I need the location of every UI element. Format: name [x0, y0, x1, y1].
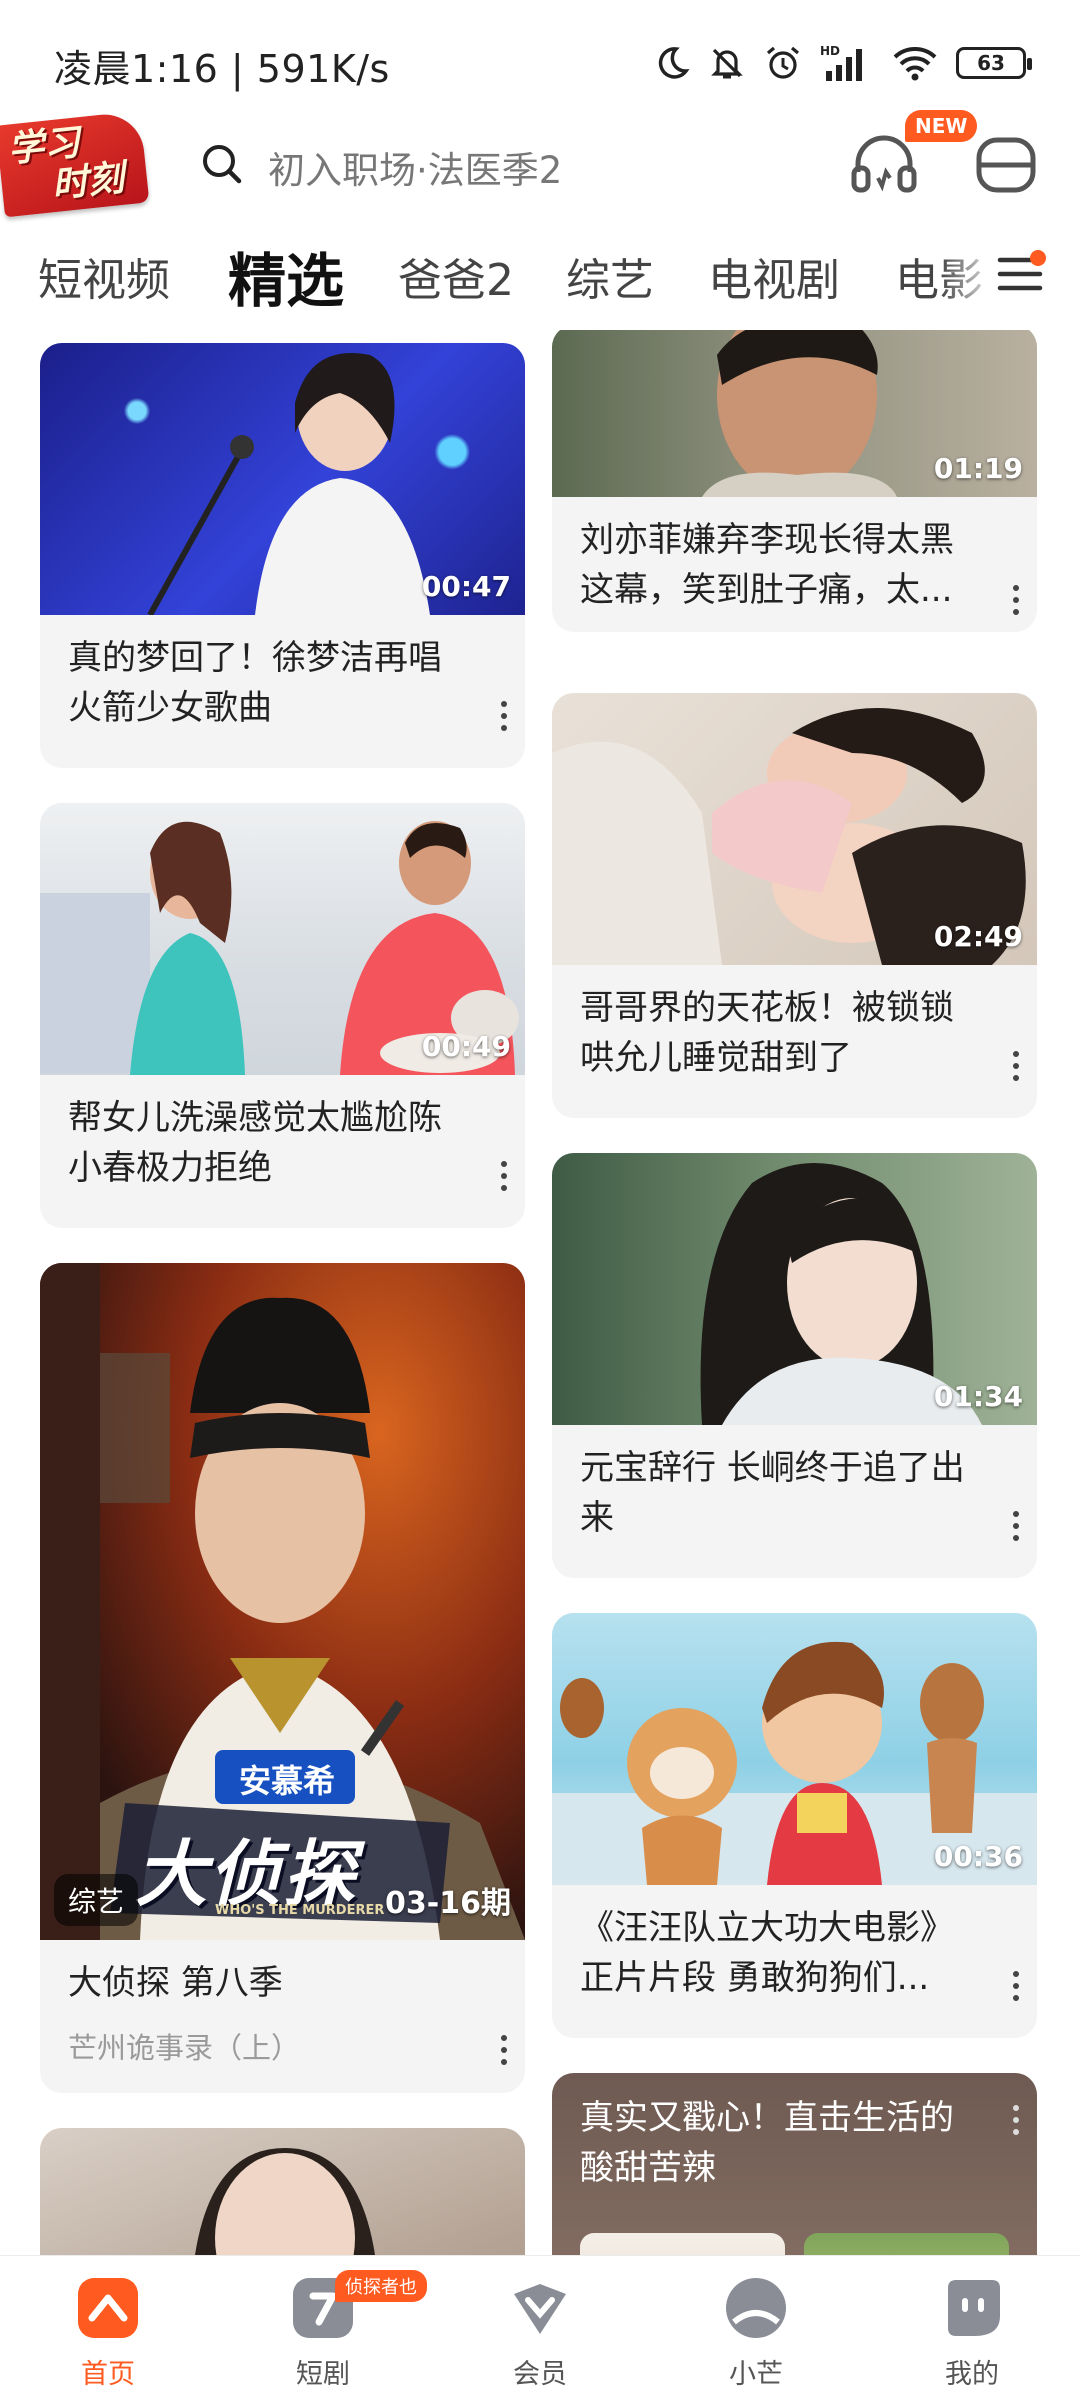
status-icons: HD 63	[654, 38, 1032, 88]
video-title: 帮女儿洗澡感觉太尴尬陈小春极力拒绝	[68, 1098, 442, 1188]
moon-icon	[658, 47, 690, 79]
notification-dot	[1030, 250, 1046, 266]
video-feed: 00:47 真的梦回了！徐梦洁再唱火箭少女歌曲 00:49 帮女儿洗澡感觉太尴尬…	[0, 330, 1080, 2255]
collection-thumb	[804, 2233, 1009, 2255]
top-header: 学习 时刻 初入职场·法医季2 NEW	[0, 110, 1080, 220]
battery-icon: 63	[956, 47, 1032, 79]
video-thumbnail: 00:36	[552, 1613, 1037, 1885]
video-thumbnail: 00:49	[40, 803, 525, 1075]
tab-tv-series[interactable]: 电视剧	[708, 244, 840, 308]
nav-badge: 侦探者也	[335, 2270, 427, 2302]
search-input[interactable]: 初入职场·法医季2	[268, 140, 562, 194]
video-duration: 00:49	[421, 1030, 511, 1063]
more-options-icon[interactable]	[499, 701, 509, 731]
video-duration: 00:36	[933, 1840, 1023, 1873]
show-title: 大侦探 第八季	[68, 1963, 283, 2003]
nav-short-drama[interactable]: 短剧 侦探者也	[253, 2270, 427, 2391]
category-tabs: 短视频 精选 爸爸2 综艺 电视剧 电影	[0, 230, 1080, 320]
nav-profile-label: 我的	[945, 2359, 999, 2390]
more-options-icon[interactable]	[1011, 1051, 1021, 1081]
show-poster: 安慕希 大侦探 WHO'S THE MURDERER 综艺 03-16期	[40, 1263, 525, 1940]
bottom-navigation: 首页 短剧 侦探者也 会员 小芒 我的	[0, 2255, 1080, 2400]
collection-title: 真实又戳心！直击生活的酸甜苦辣	[580, 2098, 954, 2188]
app-logo[interactable]: 学习 时刻	[0, 110, 150, 218]
more-options-icon[interactable]	[499, 1161, 509, 1191]
more-options-icon[interactable]	[1011, 1511, 1021, 1541]
xiaomang-icon	[726, 2278, 786, 2338]
video-title: 元宝辞行 长峒终于追了出来	[580, 1448, 965, 1538]
wifi-icon	[893, 47, 937, 81]
more-options-icon[interactable]	[499, 2035, 509, 2065]
video-duration: 01:19	[933, 452, 1023, 485]
video-card[interactable]	[40, 2128, 525, 2255]
status-time: 凌晨1:16 | 591K/s	[54, 47, 390, 91]
episode-subtitle: 芒州诡事录（上）	[68, 2031, 301, 2065]
video-duration: 02:49	[933, 920, 1023, 953]
poster-brand: 安慕希	[238, 1762, 335, 1800]
video-card[interactable]: 00:49 帮女儿洗澡感觉太尴尬陈小春极力拒绝	[40, 803, 525, 1228]
episode-label: 03-16期	[385, 1886, 511, 1921]
svg-text:HD: HD	[820, 44, 840, 58]
tab-variety[interactable]: 综艺	[566, 244, 654, 308]
video-card[interactable]: 00:36 《汪汪队立大功大电影》正片片段 勇敢狗狗们...	[552, 1613, 1037, 2038]
video-card[interactable]: 01:34 元宝辞行 长峒终于追了出来	[552, 1153, 1037, 1578]
tabs-more-button[interactable]	[990, 242, 1050, 302]
nav-xiaomang-label: 小芒	[729, 2359, 783, 2390]
alarm-icon	[766, 46, 800, 79]
nav-home-label: 首页	[81, 2359, 135, 2390]
hd-signal-icon: HD	[820, 44, 862, 81]
mute-bell-icon	[711, 48, 743, 79]
video-thumbnail: 01:34	[552, 1153, 1037, 1425]
nav-vip[interactable]: 会员	[470, 2276, 610, 2391]
battery-level: 63	[977, 51, 1005, 75]
new-badge: NEW	[905, 110, 978, 142]
home-icon	[78, 2278, 138, 2338]
tab-dad2[interactable]: 爸爸2	[398, 244, 514, 308]
video-thumbnail: 00:47	[40, 343, 525, 615]
tab-short-video[interactable]: 短视频	[38, 244, 170, 308]
video-thumbnail: 02:49	[552, 693, 1037, 965]
category-tag: 综艺	[54, 1874, 139, 1926]
status-bar: 凌晨1:16 | 591K/s HD 63	[0, 0, 1080, 120]
nav-xiaomang[interactable]: 小芒	[686, 2276, 826, 2391]
video-thumbnail	[40, 2128, 525, 2255]
poster-subtitle: WHO'S THE MURDERER	[215, 1903, 385, 1918]
nav-home[interactable]: 首页	[38, 2276, 178, 2391]
video-title: 《汪汪队立大功大电影》正片片段 勇敢狗狗们...	[580, 1908, 954, 1998]
more-options-icon[interactable]	[1011, 585, 1021, 615]
video-card[interactable]: 00:47 真的梦回了！徐梦洁再唱火箭少女歌曲	[40, 343, 525, 768]
video-thumbnail: 01:19	[552, 330, 1037, 497]
video-title: 哥哥界的天花板！被锁锁哄允儿睡觉甜到了	[580, 988, 954, 1078]
video-card[interactable]: 01:19 刘亦菲嫌弃李现长得太黑这幕，笑到肚子痛，太...	[552, 330, 1037, 632]
profile-icon	[948, 2280, 1000, 2336]
nav-short-drama-label: 短剧	[296, 2359, 350, 2390]
tab-featured[interactable]: 精选	[228, 234, 344, 318]
video-card[interactable]: 02:49 哥哥界的天花板！被锁锁哄允儿睡觉甜到了	[552, 693, 1037, 1118]
variety-show-card[interactable]: 安慕希 大侦探 WHO'S THE MURDERER 综艺 03-16期 大侦探…	[40, 1263, 525, 2093]
collection-thumb	[580, 2233, 785, 2255]
more-options-icon[interactable]	[1011, 1971, 1021, 2001]
video-title: 刘亦菲嫌弃李现长得太黑这幕，笑到肚子痛，太...	[580, 520, 954, 610]
nav-profile[interactable]: 我的	[902, 2276, 1042, 2391]
collection-card[interactable]: 真实又戳心！直击生活的酸甜苦辣	[552, 2073, 1037, 2255]
video-duration: 01:34	[933, 1380, 1023, 1413]
nav-vip-label: 会员	[513, 2359, 567, 2390]
video-title: 真的梦回了！徐梦洁再唱火箭少女歌曲	[68, 638, 442, 728]
vip-icon	[514, 2284, 566, 2334]
history-menu-icon[interactable]	[975, 134, 1037, 196]
video-duration: 00:47	[421, 570, 511, 603]
search-icon[interactable]	[200, 142, 244, 186]
more-options-icon[interactable]	[1011, 2105, 1021, 2135]
